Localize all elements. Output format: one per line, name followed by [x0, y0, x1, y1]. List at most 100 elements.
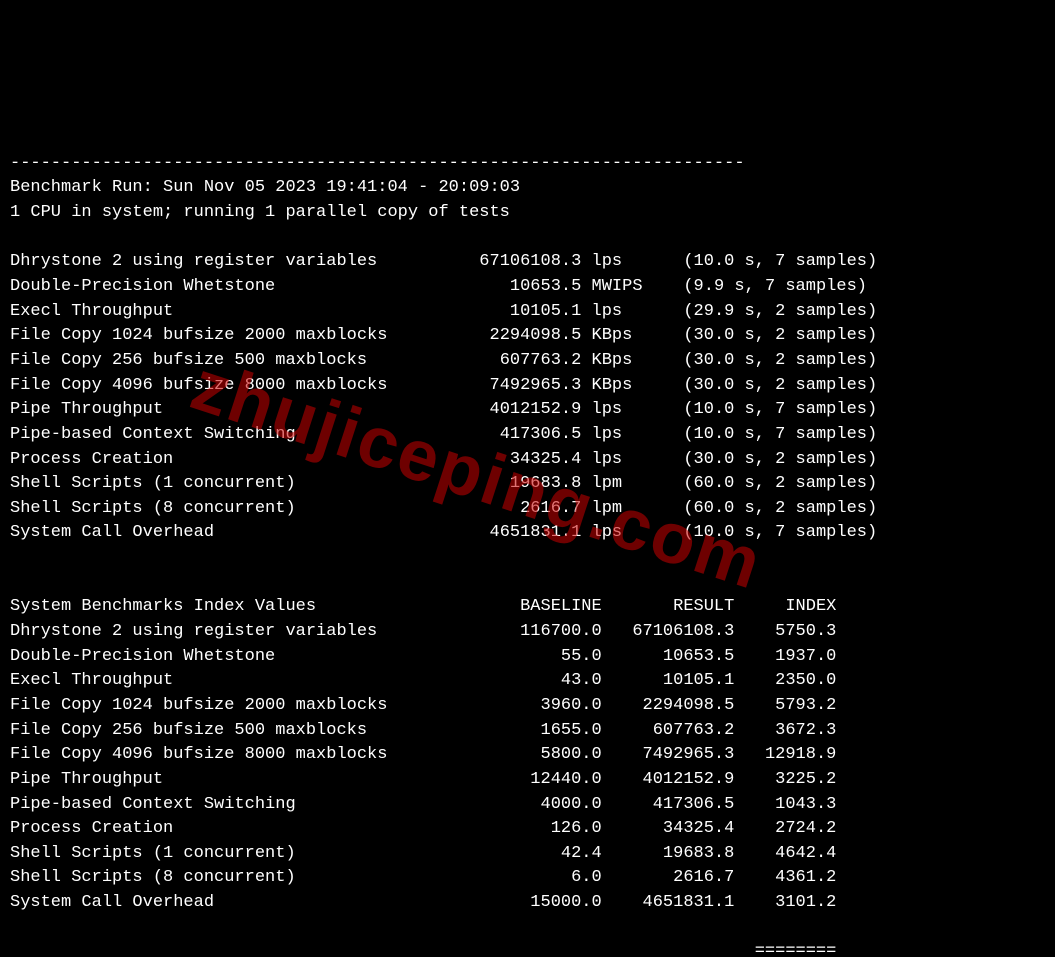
index-row-result: 607763.2: [602, 721, 735, 740]
index-row-result: 34325.4: [602, 819, 735, 838]
index-row: Process Creation 126.0 34325.4 2724.2: [10, 819, 836, 838]
index-row-name: File Copy 4096 bufsize 8000 maxblocks: [10, 745, 428, 764]
index-row: File Copy 1024 bufsize 2000 maxblocks 39…: [10, 696, 836, 715]
test-unit: MWIPS: [592, 277, 653, 296]
score-sep-text: ========: [10, 942, 836, 957]
index-header-index: INDEX: [734, 597, 836, 616]
benchmark-run-line: Benchmark Run: Sun Nov 05 2023 19:41:04 …: [10, 178, 520, 197]
index-row: System Call Overhead 15000.0 4651831.1 3…: [10, 893, 836, 912]
index-row: Pipe Throughput 12440.0 4012152.9 3225.2: [10, 770, 836, 789]
test-name: Process Creation: [10, 450, 428, 469]
test-unit: KBps: [592, 326, 653, 345]
index-row: Dhrystone 2 using register variables 116…: [10, 622, 836, 641]
test-unit: lps: [592, 523, 653, 542]
test-timing: (30.0 s, 2 samples): [683, 450, 877, 469]
test-timing: (30.0 s, 2 samples): [683, 376, 877, 395]
test-name: Dhrystone 2 using register variables: [10, 252, 428, 271]
test-value: 10653.5: [428, 277, 581, 296]
index-row: Pipe-based Context Switching 4000.0 4173…: [10, 795, 836, 814]
index-row-index: 2724.2: [734, 819, 836, 838]
test-unit: lpm: [592, 499, 653, 518]
test-value: 67106108.3: [428, 252, 581, 271]
index-row-baseline: 6.0: [428, 868, 601, 887]
test-timing: (29.9 s, 2 samples): [683, 302, 877, 321]
test-name: System Call Overhead: [10, 523, 428, 542]
test-unit: KBps: [592, 376, 653, 395]
index-row-index: 5750.3: [734, 622, 836, 641]
test-value: 7492965.3: [428, 376, 581, 395]
index-row-result: 2616.7: [602, 868, 735, 887]
test-result-row: System Call Overhead 4651831.1 lps (10.0…: [10, 523, 877, 542]
index-row-baseline: 43.0: [428, 671, 601, 690]
test-timing: (30.0 s, 2 samples): [683, 351, 877, 370]
index-row-result: 417306.5: [602, 795, 735, 814]
index-row-baseline: 116700.0: [428, 622, 601, 641]
index-row-index: 4361.2: [734, 868, 836, 887]
test-unit: KBps: [592, 351, 653, 370]
test-name: File Copy 1024 bufsize 2000 maxblocks: [10, 326, 428, 345]
test-value: 10105.1: [428, 302, 581, 321]
index-row-baseline: 55.0: [428, 647, 601, 666]
test-result-row: Shell Scripts (8 concurrent) 2616.7 lpm …: [10, 499, 877, 518]
test-result-row: Shell Scripts (1 concurrent) 19683.8 lpm…: [10, 474, 877, 493]
test-timing: (10.0 s, 7 samples): [683, 425, 877, 444]
index-row-name: Shell Scripts (1 concurrent): [10, 844, 428, 863]
index-row-result: 4012152.9: [602, 770, 735, 789]
index-table-block: System Benchmarks Index Values BASELINE …: [10, 595, 1045, 915]
test-value: 4012152.9: [428, 400, 581, 419]
index-header-result: RESULT: [602, 597, 735, 616]
index-row-name: Shell Scripts (8 concurrent): [10, 868, 428, 887]
test-unit: lps: [592, 400, 653, 419]
index-row-name: File Copy 256 bufsize 500 maxblocks: [10, 721, 428, 740]
test-results-block: Dhrystone 2 using register variables 671…: [10, 250, 1045, 546]
test-unit: lps: [592, 302, 653, 321]
index-header-row: System Benchmarks Index Values BASELINE …: [10, 597, 836, 616]
index-row-index: 1043.3: [734, 795, 836, 814]
index-row-result: 2294098.5: [602, 696, 735, 715]
test-value: 19683.8: [428, 474, 581, 493]
separator-line: ----------------------------------------…: [10, 154, 745, 173]
index-row: Shell Scripts (8 concurrent) 6.0 2616.7 …: [10, 868, 836, 887]
test-result-row: Pipe Throughput 4012152.9 lps (10.0 s, 7…: [10, 400, 877, 419]
score-separator-line: ========: [10, 940, 1045, 957]
test-value: 607763.2: [428, 351, 581, 370]
test-unit: lps: [592, 252, 653, 271]
test-result-row: Dhrystone 2 using register variables 671…: [10, 252, 877, 271]
index-row: Shell Scripts (1 concurrent) 42.4 19683.…: [10, 844, 836, 863]
test-name: Shell Scripts (1 concurrent): [10, 474, 428, 493]
test-value: 2294098.5: [428, 326, 581, 345]
test-value: 417306.5: [428, 425, 581, 444]
index-row-baseline: 1655.0: [428, 721, 601, 740]
index-row-result: 19683.8: [602, 844, 735, 863]
index-row-baseline: 12440.0: [428, 770, 601, 789]
index-row-result: 10105.1: [602, 671, 735, 690]
index-row: File Copy 4096 bufsize 8000 maxblocks 58…: [10, 745, 836, 764]
index-row: File Copy 256 bufsize 500 maxblocks 1655…: [10, 721, 836, 740]
index-row-index: 1937.0: [734, 647, 836, 666]
test-timing: (10.0 s, 7 samples): [683, 400, 877, 419]
index-row-baseline: 126.0: [428, 819, 601, 838]
index-row-name: Process Creation: [10, 819, 428, 838]
index-row-result: 4651831.1: [602, 893, 735, 912]
test-result-row: File Copy 256 bufsize 500 maxblocks 6077…: [10, 351, 877, 370]
test-name: Double-Precision Whetstone: [10, 277, 428, 296]
test-unit: lpm: [592, 474, 653, 493]
test-name: Execl Throughput: [10, 302, 428, 321]
test-timing: (10.0 s, 7 samples): [683, 252, 877, 271]
test-value: 2616.7: [428, 499, 581, 518]
test-value: 34325.4: [428, 450, 581, 469]
test-name: Pipe-based Context Switching: [10, 425, 428, 444]
index-row-index: 5793.2: [734, 696, 836, 715]
index-row-name: File Copy 1024 bufsize 2000 maxblocks: [10, 696, 428, 715]
test-result-row: Double-Precision Whetstone 10653.5 MWIPS…: [10, 277, 867, 296]
index-row-baseline: 4000.0: [428, 795, 601, 814]
index-row: Execl Throughput 43.0 10105.1 2350.0: [10, 671, 836, 690]
terminal-output: ----------------------------------------…: [0, 123, 1055, 957]
index-row-result: 7492965.3: [602, 745, 735, 764]
test-name: Shell Scripts (8 concurrent): [10, 499, 428, 518]
index-row-name: Double-Precision Whetstone: [10, 647, 428, 666]
test-result-row: Process Creation 34325.4 lps (30.0 s, 2 …: [10, 450, 877, 469]
index-row-index: 4642.4: [734, 844, 836, 863]
index-row-result: 67106108.3: [602, 622, 735, 641]
test-result-row: Pipe-based Context Switching 417306.5 lp…: [10, 425, 877, 444]
